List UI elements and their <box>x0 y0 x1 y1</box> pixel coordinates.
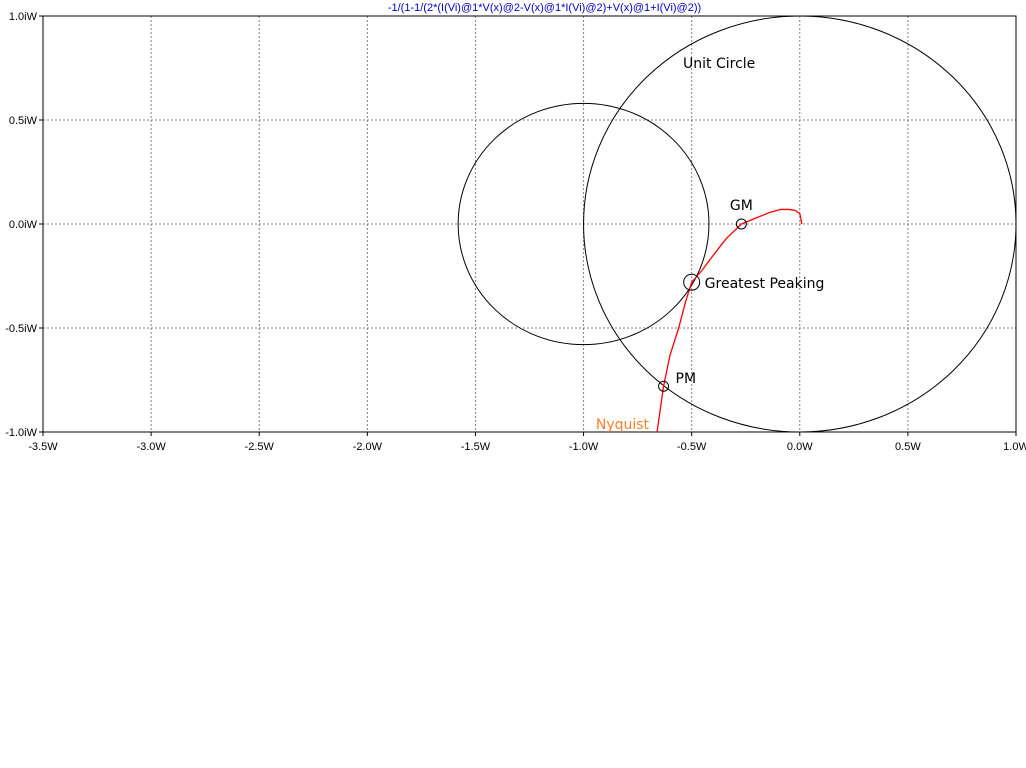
annotation-label: Unit Circle <box>683 56 755 72</box>
nyquist-plot[interactable]: -1/(1-1/(2*(I(Vi)@1*V(x)@2-V(x)@1*I(Vi)@… <box>0 0 1026 768</box>
nyquist-series-label: Nyquist <box>596 417 650 433</box>
x-tick-label: 0.5W <box>895 441 921 453</box>
x-tick-label: -1.5W <box>461 441 491 453</box>
marker-label: Greatest Peaking <box>705 276 825 292</box>
x-tick-label: -2.5W <box>245 441 275 453</box>
plot-window[interactable]: -1/(1-1/(2*(I(Vi)@1*V(x)@2-V(x)@1*I(Vi)@… <box>0 0 1026 768</box>
y-tick-label: -0.5iW <box>5 323 37 335</box>
y-tick-label: -1.0iW <box>5 427 37 439</box>
chart-title: -1/(1-1/(2*(I(Vi)@1*V(x)@2-V(x)@1*I(Vi)@… <box>388 2 701 14</box>
marker-label: PM <box>676 371 697 387</box>
marker-label: GM <box>730 198 753 214</box>
x-tick-label: 1.0W <box>1003 441 1026 453</box>
x-tick-label: -3.5W <box>28 441 58 453</box>
y-tick-label: 1.0iW <box>9 11 38 23</box>
x-tick-label: -0.5W <box>677 441 707 453</box>
nyquist-curve <box>656 208 803 432</box>
x-tick-label: -3.0W <box>136 441 166 453</box>
x-tick-label: 0.0W <box>787 441 813 453</box>
y-tick-label: 0.0iW <box>9 219 38 231</box>
x-tick-label: -2.0W <box>353 441 383 453</box>
x-tick-label: -1.0W <box>569 441 599 453</box>
y-tick-label: 0.5iW <box>9 115 38 127</box>
